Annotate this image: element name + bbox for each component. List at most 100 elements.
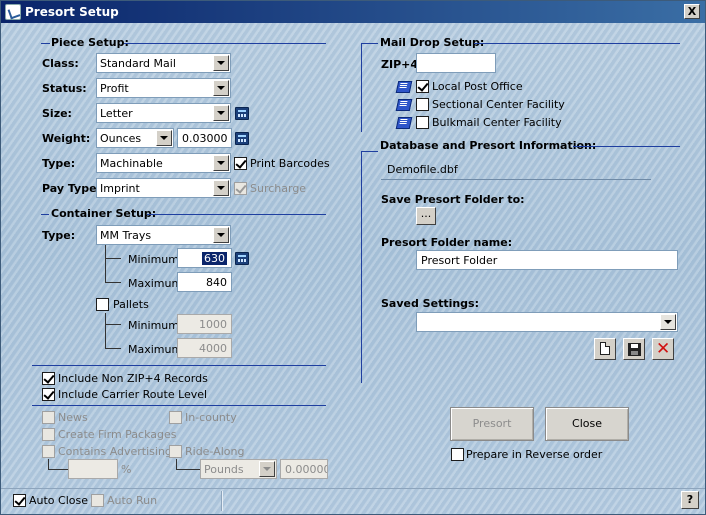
piece-setup-title: Piece Setup: [51,36,129,49]
chevron-down-icon[interactable] [213,180,229,196]
auto-run-checkbox[interactable] [91,494,104,507]
chevron-down-icon[interactable] [213,105,229,121]
percent-symbol: % [121,463,132,476]
bulkmail-center-checkbox[interactable] [416,116,429,129]
container-type-value: MM Trays [100,229,152,242]
ride-along-unit-select[interactable]: Pounds [200,459,277,479]
piece-type-select[interactable]: Machinable [96,153,231,173]
ride-along-unit-value: Pounds [204,463,244,476]
chevron-down-icon[interactable] [660,314,676,330]
size-select[interactable]: Letter [96,103,231,123]
news-label: News [58,411,88,424]
surcharge-checkbox[interactable] [234,182,247,195]
database-title: Database and Presort Information: [380,139,597,152]
mail-drop-icon[interactable] [396,79,412,93]
contains-advertising-checkbox[interactable] [42,445,55,458]
advertising-percent-input[interactable] [68,459,118,479]
calculator-icon[interactable] [235,132,249,145]
status-label: Status: [42,82,87,95]
saved-settings-select[interactable] [416,312,678,332]
divider [361,43,378,44]
chevron-down-icon[interactable] [213,155,229,171]
divider [361,151,378,152]
print-barcodes-checkbox[interactable] [234,157,247,170]
save-folder-label: Save Presort Folder to: [381,193,525,206]
ride-along-weight-input[interactable]: 0.00000 [280,459,328,479]
pay-type-label: Pay Type: [42,182,101,195]
calculator-icon[interactable] [235,252,249,265]
minimum-label: Minimum: [128,253,183,266]
news-checkbox[interactable] [42,411,55,424]
pallet-maximum-input[interactable]: 4000 [177,338,232,358]
folder-name-input[interactable]: Presort Folder [416,250,678,270]
browse-folder-button[interactable]: ... [416,207,436,225]
divider [381,179,651,180]
minimum-input[interactable]: 630 [177,248,232,268]
mail-drop-icon[interactable] [396,97,412,111]
save-settings-button[interactable] [623,338,645,360]
divider [361,43,362,132]
create-firm-packages-checkbox[interactable] [42,428,55,441]
ride-along-checkbox[interactable] [169,445,182,458]
reverse-order-checkbox[interactable] [451,448,464,461]
in-county-label: In-county [185,411,237,424]
in-county-checkbox[interactable] [169,411,182,424]
class-label: Class: [42,57,79,70]
delete-x-icon: ✕ [656,339,671,359]
class-value: Standard Mail [100,57,176,70]
pay-type-select[interactable]: Imprint [96,178,231,198]
maximum-input[interactable]: 840 [177,272,232,292]
include-non-zip4-checkbox[interactable] [42,372,55,385]
zip4-input[interactable] [416,53,496,73]
chevron-down-icon[interactable] [259,461,275,477]
close-button[interactable]: Close [545,407,629,441]
chevron-down-icon[interactable] [213,80,229,96]
divider [41,43,50,44]
piece-type-value: Machinable [100,157,163,170]
tree-line [105,348,121,349]
new-document-icon [600,342,610,355]
surcharge-label: Surcharge [250,182,307,195]
weight-label: Weight: [42,132,91,145]
include-carrier-route-checkbox[interactable] [42,388,55,401]
local-post-office-checkbox[interactable] [416,80,429,93]
chevron-down-icon[interactable] [213,55,229,71]
new-settings-button[interactable] [594,338,616,360]
help-button[interactable]: ? [681,491,699,509]
pallet-minimum-input[interactable]: 1000 [177,314,232,334]
container-setup-title: Container Setup: [51,207,157,220]
divider [32,365,326,366]
calculator-icon[interactable] [235,107,249,120]
class-select[interactable]: Standard Mail [96,53,231,73]
size-value: Letter [100,107,133,120]
chevron-down-icon[interactable] [156,130,172,146]
auto-close-label: Auto Close [29,494,89,507]
tree-line [105,282,121,283]
window-close-button[interactable]: X [684,4,700,19]
tree-line [105,313,106,348]
divider [474,43,680,44]
delete-settings-button[interactable]: ✕ [652,338,674,360]
divider [32,405,326,406]
chevron-down-icon[interactable] [213,227,229,243]
tree-line [176,469,200,470]
pay-type-value: Imprint [100,182,140,195]
create-firm-packages-label: Create Firm Packages [58,428,177,441]
weight-input[interactable]: 0.03000 [177,128,232,148]
container-type-select[interactable]: MM Trays [96,225,231,245]
local-post-office-label: Local Post Office [432,80,523,93]
presort-button[interactable]: Presort [450,407,534,441]
auto-close-checkbox[interactable] [13,494,26,507]
pallets-label: Pallets [113,298,149,311]
weight-unit-select[interactable]: Ounces [96,128,174,148]
ride-along-label: Ride-Along [185,445,245,458]
database-file-name: Demofile.dbf [387,163,458,176]
pallet-minimum-label: Minimum: [128,319,183,332]
sectional-center-checkbox[interactable] [416,98,429,111]
mail-drop-icon[interactable] [396,115,412,129]
sectional-center-label: Sectional Center Facility [432,98,565,111]
pallets-checkbox[interactable] [96,298,109,311]
title-bar: Presort Setup X [1,1,705,23]
tree-line [105,324,121,325]
status-select[interactable]: Profit [96,78,231,98]
